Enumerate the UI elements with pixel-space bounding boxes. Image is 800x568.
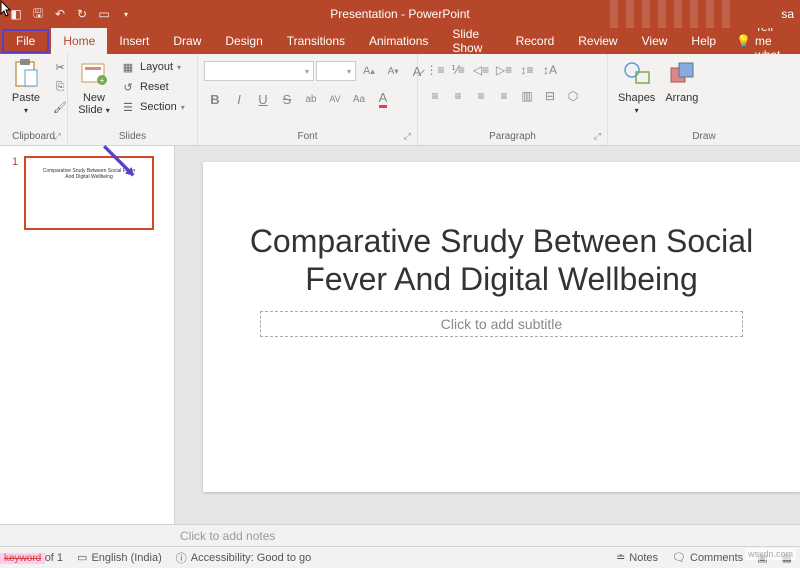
start-from-beginning-icon[interactable]: ▭ xyxy=(96,6,112,22)
qat-customize-icon[interactable]: ▾ xyxy=(118,6,134,22)
bullets-button[interactable]: ⋮≡ xyxy=(424,60,446,80)
section-button[interactable]: ☰Section ▾ xyxy=(116,98,189,116)
clipboard-launcher-icon[interactable]: ⤢ xyxy=(54,131,61,142)
reset-icon: ↺ xyxy=(120,79,136,95)
align-left-button[interactable]: ≡ xyxy=(424,86,446,106)
font-launcher-icon[interactable]: ⤢ xyxy=(404,131,411,142)
tab-draw[interactable]: Draw xyxy=(161,28,213,54)
copy-icon: ⎘ xyxy=(52,79,68,95)
tell-me-search[interactable]: 💡 Tell me what xyxy=(728,28,800,54)
ribbon-group-drawing: Shapes▾ Arrang Draw xyxy=(608,54,800,145)
layout-button[interactable]: ▦Layout ▾ xyxy=(116,58,189,76)
slide-editor-area: Comparative Srudy Between Social Fever A… xyxy=(175,146,800,524)
status-bar: Slide 1 of 1 ▭English (India) ⓘAccessibi… xyxy=(0,546,800,568)
accessibility-status[interactable]: ⓘAccessibility: Good to go xyxy=(176,550,311,566)
ribbon-group-clipboard: Paste▾ ✂ ⎘ 🖌 Clipboard⤢ xyxy=(0,54,68,145)
ribbon: Paste▾ ✂ ⎘ 🖌 Clipboard⤢ + New Slide ▾ ▦L… xyxy=(0,54,800,146)
slide-thumbnail-panel: 1 Comparative Srudy Between Social Fever… xyxy=(0,146,175,524)
shapes-button[interactable]: Shapes▾ xyxy=(614,56,659,118)
tab-slide-show[interactable]: Slide Show xyxy=(440,28,503,54)
text-direction-button[interactable]: ↕A xyxy=(539,60,561,80)
strikethrough-button[interactable]: S xyxy=(276,88,298,110)
increase-font-icon[interactable]: A▴ xyxy=(358,60,380,82)
user-name[interactable]: sa xyxy=(781,7,800,21)
thumbnail-number: 1 xyxy=(12,156,18,230)
change-case-button[interactable]: Aa xyxy=(348,88,370,110)
tab-help[interactable]: Help xyxy=(679,28,728,54)
reset-button[interactable]: ↺Reset xyxy=(116,78,189,96)
font-name-select[interactable]: ▾ xyxy=(204,61,314,81)
increase-indent-button[interactable]: ▷≡ xyxy=(493,60,515,80)
paste-button[interactable]: Paste▾ xyxy=(6,56,46,118)
ribbon-group-paragraph: ⋮≡ ⅟≡ ◁≡ ▷≡ ↕≡ ↕A ≡ ≡ ≡ ≡ ▥ ⊟ ⬡ Paragrap… xyxy=(418,54,608,145)
slide-title-text[interactable]: Comparative Srudy Between Social Fever A… xyxy=(233,222,770,299)
arrange-button[interactable]: Arrang xyxy=(661,56,702,106)
arrange-icon xyxy=(668,60,696,88)
justify-button[interactable]: ≡ xyxy=(493,86,515,106)
underline-button[interactable]: U xyxy=(252,88,274,110)
thumbnail-title-text: Comparative Srudy Between Social Fever A… xyxy=(39,168,140,180)
keyword-tag: keyword xyxy=(0,553,45,564)
tab-design[interactable]: Design xyxy=(213,28,274,54)
layout-icon: ▦ xyxy=(120,59,136,75)
tab-insert[interactable]: Insert xyxy=(107,28,161,54)
align-text-button[interactable]: ⊟ xyxy=(539,86,561,106)
section-icon: ☰ xyxy=(120,99,136,115)
tab-file[interactable]: File xyxy=(2,29,49,53)
ribbon-group-slides: + New Slide ▾ ▦Layout ▾ ↺Reset ☰Section … xyxy=(68,54,198,145)
autosave-icon[interactable]: ◧ xyxy=(8,6,24,22)
undo-icon[interactable]: ↶ xyxy=(52,6,68,22)
notes-toggle[interactable]: ≐Notes xyxy=(616,551,658,564)
tab-review[interactable]: Review xyxy=(566,28,629,54)
title-decoration xyxy=(610,0,730,28)
subtitle-placeholder[interactable]: Click to add subtitle xyxy=(260,311,743,337)
align-right-button[interactable]: ≡ xyxy=(470,86,492,106)
accessibility-icon: ⓘ xyxy=(176,550,187,566)
slide-thumbnail-1[interactable]: Comparative Srudy Between Social Fever A… xyxy=(24,156,154,230)
clipboard-icon xyxy=(12,58,40,90)
comments-toggle[interactable]: 🗨Comments xyxy=(672,551,743,564)
notes-pane[interactable]: Click to add notes xyxy=(0,524,800,546)
italic-button[interactable]: I xyxy=(228,88,250,110)
ribbon-group-font: ▾ ▾ A▴ A▾ A̷ B I U S ab AV Aa A Font⤢ xyxy=(198,54,418,145)
comments-icon: 🗨 xyxy=(672,551,686,564)
align-center-button[interactable]: ≡ xyxy=(447,86,469,106)
shapes-icon xyxy=(622,60,652,88)
tab-view[interactable]: View xyxy=(630,28,680,54)
tab-transitions[interactable]: Transitions xyxy=(275,28,357,54)
shadow-button[interactable]: ab xyxy=(300,88,322,110)
font-color-button[interactable]: A xyxy=(372,88,394,110)
paragraph-launcher-icon[interactable]: ⤢ xyxy=(594,131,601,142)
tab-animations[interactable]: Animations xyxy=(357,28,440,54)
decrease-indent-button[interactable]: ◁≡ xyxy=(470,60,492,80)
brush-icon: 🖌 xyxy=(52,99,68,115)
bold-button[interactable]: B xyxy=(204,88,226,110)
new-slide-icon: + xyxy=(80,60,108,88)
quick-access-toolbar: ◧ 🖫 ↶ ↻ ▭ ▾ xyxy=(0,6,142,22)
numbering-button[interactable]: ⅟≡ xyxy=(447,60,469,80)
ribbon-tabs: File Home Insert Draw Design Transitions… xyxy=(0,28,800,54)
tab-record[interactable]: Record xyxy=(504,28,567,54)
language-status[interactable]: ▭English (India) xyxy=(77,551,162,564)
document-title: Presentation - PowerPoint xyxy=(330,7,469,21)
new-slide-button[interactable]: + New Slide ▾ xyxy=(74,56,114,118)
slide-canvas[interactable]: Comparative Srudy Between Social Fever A… xyxy=(203,162,800,492)
watermark: wsxdn.com xyxy=(745,548,796,560)
cut-icon: ✂ xyxy=(52,59,68,75)
char-spacing-button[interactable]: AV xyxy=(324,88,346,110)
language-icon: ▭ xyxy=(77,551,87,564)
svg-text:+: + xyxy=(100,76,105,85)
notes-icon: ≐ xyxy=(616,551,625,564)
redo-icon[interactable]: ↻ xyxy=(74,6,90,22)
smartart-button[interactable]: ⬡ xyxy=(562,86,584,106)
tab-home[interactable]: Home xyxy=(51,28,107,54)
lightbulb-icon: 💡 xyxy=(736,34,751,48)
line-spacing-button[interactable]: ↕≡ xyxy=(516,60,538,80)
save-icon[interactable]: 🖫 xyxy=(30,6,46,22)
font-size-select[interactable]: ▾ xyxy=(316,61,356,81)
columns-button[interactable]: ▥ xyxy=(516,86,538,106)
title-bar: ◧ 🖫 ↶ ↻ ▭ ▾ Presentation - PowerPoint sa xyxy=(0,0,800,28)
decrease-font-icon[interactable]: A▾ xyxy=(382,60,404,82)
workspace: 1 Comparative Srudy Between Social Fever… xyxy=(0,146,800,524)
